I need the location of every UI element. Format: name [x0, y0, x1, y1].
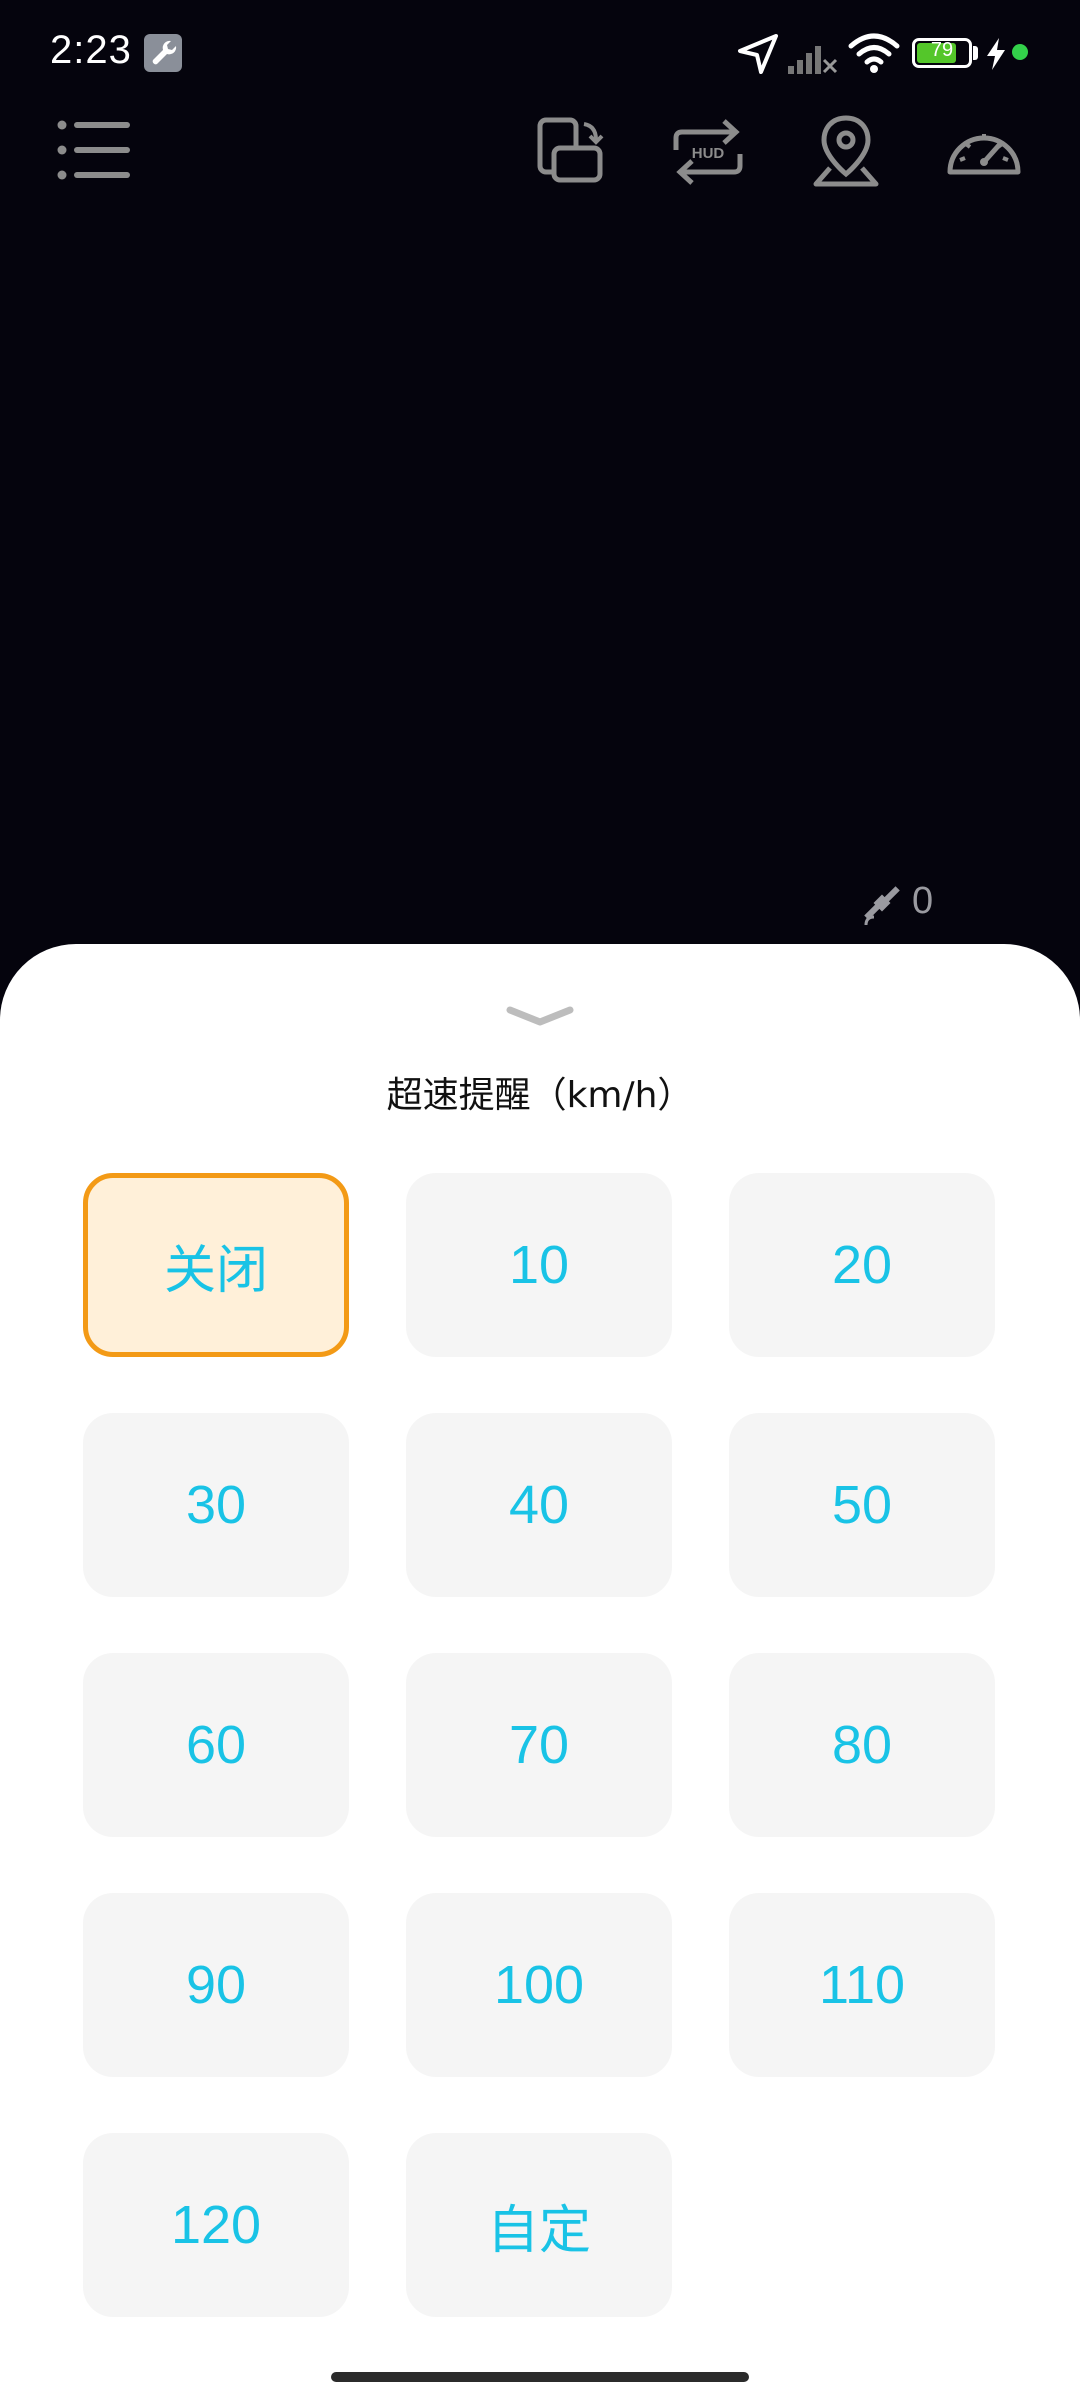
menu-icon[interactable] — [54, 112, 134, 192]
speed-option-100[interactable]: 100 — [406, 1893, 672, 2077]
svg-text:HUD: HUD — [692, 145, 725, 162]
speed-option-40[interactable]: 40 — [406, 1413, 672, 1597]
location-pin-icon[interactable] — [806, 112, 886, 192]
speed-option-20[interactable]: 20 — [729, 1173, 995, 1357]
status-bar: 2:23 79 — [0, 0, 1080, 110]
battery-level: 79 — [930, 39, 954, 61]
sheet-title: 超速提醒（km/h） — [386, 1075, 694, 1116]
satellite-icon — [864, 886, 900, 926]
screen-rotate-icon[interactable] — [530, 112, 610, 192]
speed-alert-sheet: 超速提醒（km/h） 关闭 10 20 30 40 50 60 70 80 90… — [0, 944, 1080, 2400]
navigation-arrow-icon — [738, 34, 778, 74]
speed-options-grid: 关闭 10 20 30 40 50 60 70 80 90 100 110 12… — [83, 1173, 998, 2317]
speedometer-icon[interactable] — [944, 112, 1024, 192]
battery-tip — [973, 46, 978, 60]
speed-option-custom[interactable]: 自定 — [406, 2133, 672, 2317]
speed-option-80[interactable]: 80 — [729, 1653, 995, 1837]
cellular-signal-icon — [788, 46, 838, 74]
wifi-icon — [848, 33, 900, 73]
speed-option-10[interactable]: 10 — [406, 1173, 672, 1357]
speed-option-110[interactable]: 110 — [729, 1893, 995, 2077]
chevron-down-icon[interactable] — [500, 1000, 580, 1030]
satellite-count: 0 — [912, 880, 934, 922]
speed-option-70[interactable]: 70 — [406, 1653, 672, 1837]
speed-option-30[interactable]: 30 — [83, 1413, 349, 1597]
privacy-indicator-dot — [1012, 44, 1028, 60]
wrench-icon — [144, 34, 182, 72]
speed-option-50[interactable]: 50 — [729, 1413, 995, 1597]
hud-swap-icon[interactable]: HUD — [668, 112, 748, 192]
speed-option-60[interactable]: 60 — [83, 1653, 349, 1837]
speed-option-off[interactable]: 关闭 — [83, 1173, 349, 1357]
home-indicator[interactable] — [331, 2372, 749, 2382]
battery-icon: 79 — [912, 38, 972, 68]
charging-bolt-icon — [987, 38, 1005, 70]
status-time: 2:23 — [50, 28, 132, 72]
speed-option-90[interactable]: 90 — [83, 1893, 349, 2077]
speed-option-120[interactable]: 120 — [83, 2133, 349, 2317]
